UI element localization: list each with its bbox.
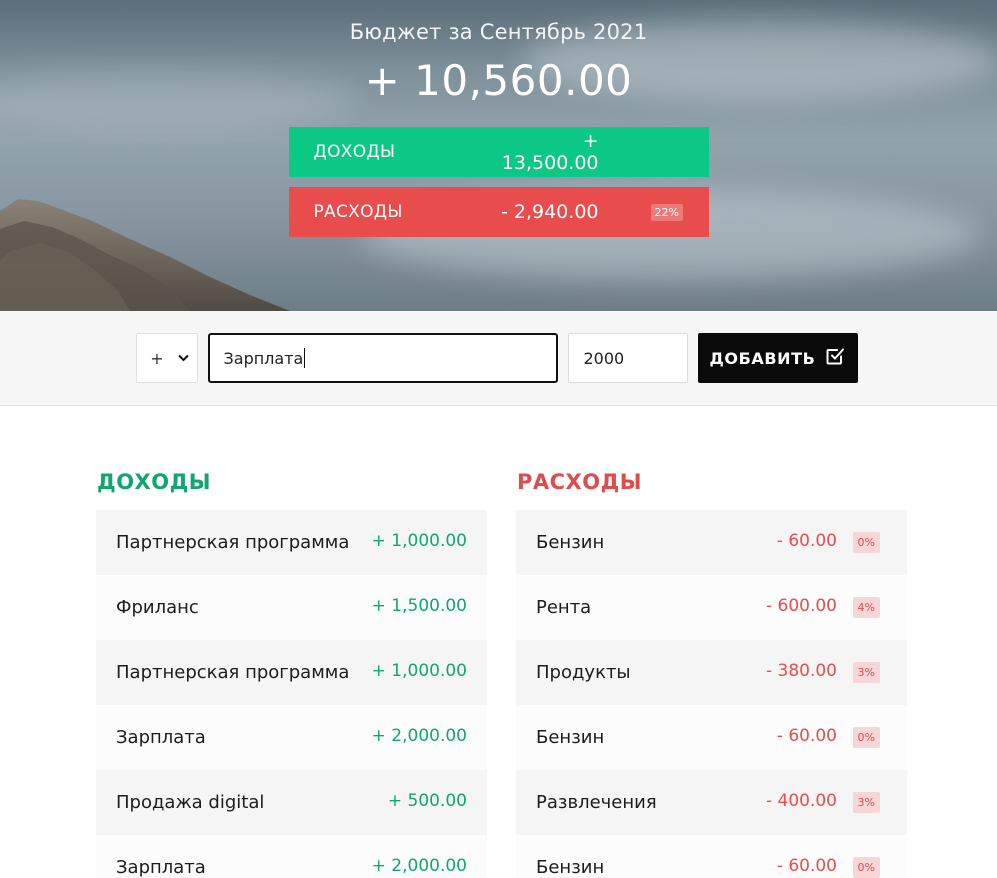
item-description: Бензин xyxy=(536,857,605,878)
item-description: Бензин xyxy=(536,532,605,553)
expenses-title: РАСХОДЫ xyxy=(517,470,643,494)
item-percentage-badge: 0% xyxy=(852,727,880,748)
expenses-list: Бензин - 60.00 0% Рента - 600.00 4% Продукты - … xyxy=(516,510,907,878)
expenses-percentage-badge: 22% xyxy=(650,203,683,221)
income-summary: ДОХОДЫ + 13,500.00 xyxy=(288,127,709,177)
expense-item[interactable]: Бензин - 60.00 0% xyxy=(516,835,907,878)
item-description: Зарплата xyxy=(116,727,206,748)
add-entry-form: + Зарплата 2000 ДОБАВИТЬ xyxy=(0,311,997,406)
income-item[interactable]: Партнерская программа + 1,000.00 xyxy=(96,640,487,705)
item-amount: - 400.00 xyxy=(765,791,837,811)
item-percentage-badge: 3% xyxy=(852,662,880,683)
item-amount: - 60.00 xyxy=(776,856,837,876)
amount-input[interactable]: 2000 xyxy=(567,333,688,383)
expense-item[interactable]: Рента - 600.00 4% xyxy=(516,575,907,640)
expense-item[interactable]: Бензин - 60.00 0% xyxy=(516,510,907,575)
income-column: ДОХОДЫ Партнерская программа + 1,000.00 Фр… xyxy=(96,470,487,878)
item-amount: + 1,000.00 xyxy=(371,661,467,681)
expenses-column: РАСХОДЫ Бензин - 60.00 0% Рента - 600.00 4% Пр… xyxy=(516,470,907,878)
expenses-summary: РАСХОДЫ - 2,940.00 22% xyxy=(288,187,709,237)
item-amount: + 1,500.00 xyxy=(371,596,467,616)
expense-item[interactable]: Бензин - 60.00 0% xyxy=(516,705,907,770)
budget-header: Бюджет за Сентябрь 2021 + 10,560.00 ДОХО… xyxy=(0,0,997,311)
item-amount: - 60.00 xyxy=(776,531,837,551)
item-description: Зарплата xyxy=(116,857,206,878)
item-description: Рента xyxy=(536,597,592,618)
income-item[interactable]: Партнерская программа + 1,000.00 xyxy=(96,510,487,575)
item-percentage-badge: 3% xyxy=(852,792,880,813)
item-description: Бензин xyxy=(536,727,605,748)
item-description: Продукты xyxy=(536,662,631,683)
item-description: Развлечения xyxy=(536,792,657,813)
check-square-icon xyxy=(825,346,845,370)
amount-input-value: 2000 xyxy=(583,348,625,368)
budget-title: Бюджет за Сентябрь 2021 xyxy=(349,20,648,44)
item-description: Партнерская программа xyxy=(116,532,350,553)
entry-lists: ДОХОДЫ Партнерская программа + 1,000.00 Фр… xyxy=(0,406,997,878)
income-item[interactable]: Продажа digital + 500.00 xyxy=(96,770,487,835)
description-input[interactable]: Зарплата xyxy=(207,333,558,383)
income-list: Партнерская программа + 1,000.00 Фриланс + … xyxy=(96,510,487,878)
income-item[interactable]: Фриланс + 1,500.00 xyxy=(96,575,487,640)
income-title: ДОХОДЫ xyxy=(97,470,212,494)
expenses-summary-label: РАСХОДЫ xyxy=(313,202,403,222)
item-amount: + 1,000.00 xyxy=(371,531,467,551)
income-summary-amount: + 13,500.00 xyxy=(501,130,599,174)
chevron-down-icon xyxy=(177,351,189,365)
budget-total: + 10,560.00 xyxy=(364,56,633,105)
income-item[interactable]: Зарплата + 2,000.00 xyxy=(96,835,487,878)
item-description: Фриланс xyxy=(116,597,199,618)
item-amount: - 600.00 xyxy=(765,596,837,616)
item-amount: - 60.00 xyxy=(776,726,837,746)
expense-item[interactable]: Развлечения - 400.00 3% xyxy=(516,770,907,835)
item-percentage-badge: 0% xyxy=(852,532,880,553)
item-description: Партнерская программа xyxy=(116,662,350,683)
item-description: Продажа digital xyxy=(116,792,265,813)
text-cursor xyxy=(304,348,306,368)
type-select[interactable]: + xyxy=(135,333,198,383)
expenses-summary-amount: - 2,940.00 xyxy=(500,201,599,223)
item-amount: + 500.00 xyxy=(387,791,467,811)
item-percentage-badge: 0% xyxy=(852,857,880,878)
item-percentage-badge: 4% xyxy=(852,597,880,618)
type-select-value: + xyxy=(150,348,164,368)
income-summary-label: ДОХОДЫ xyxy=(313,142,396,162)
add-button-label: ДОБАВИТЬ xyxy=(709,348,816,368)
expense-item[interactable]: Продукты - 380.00 3% xyxy=(516,640,907,705)
item-amount: + 2,000.00 xyxy=(371,856,467,876)
description-input-value: Зарплата xyxy=(223,348,304,368)
item-amount: - 380.00 xyxy=(765,661,837,681)
item-amount: + 2,000.00 xyxy=(371,726,467,746)
add-button[interactable]: ДОБАВИТЬ xyxy=(697,333,858,383)
income-item[interactable]: Зарплата + 2,000.00 xyxy=(96,705,487,770)
